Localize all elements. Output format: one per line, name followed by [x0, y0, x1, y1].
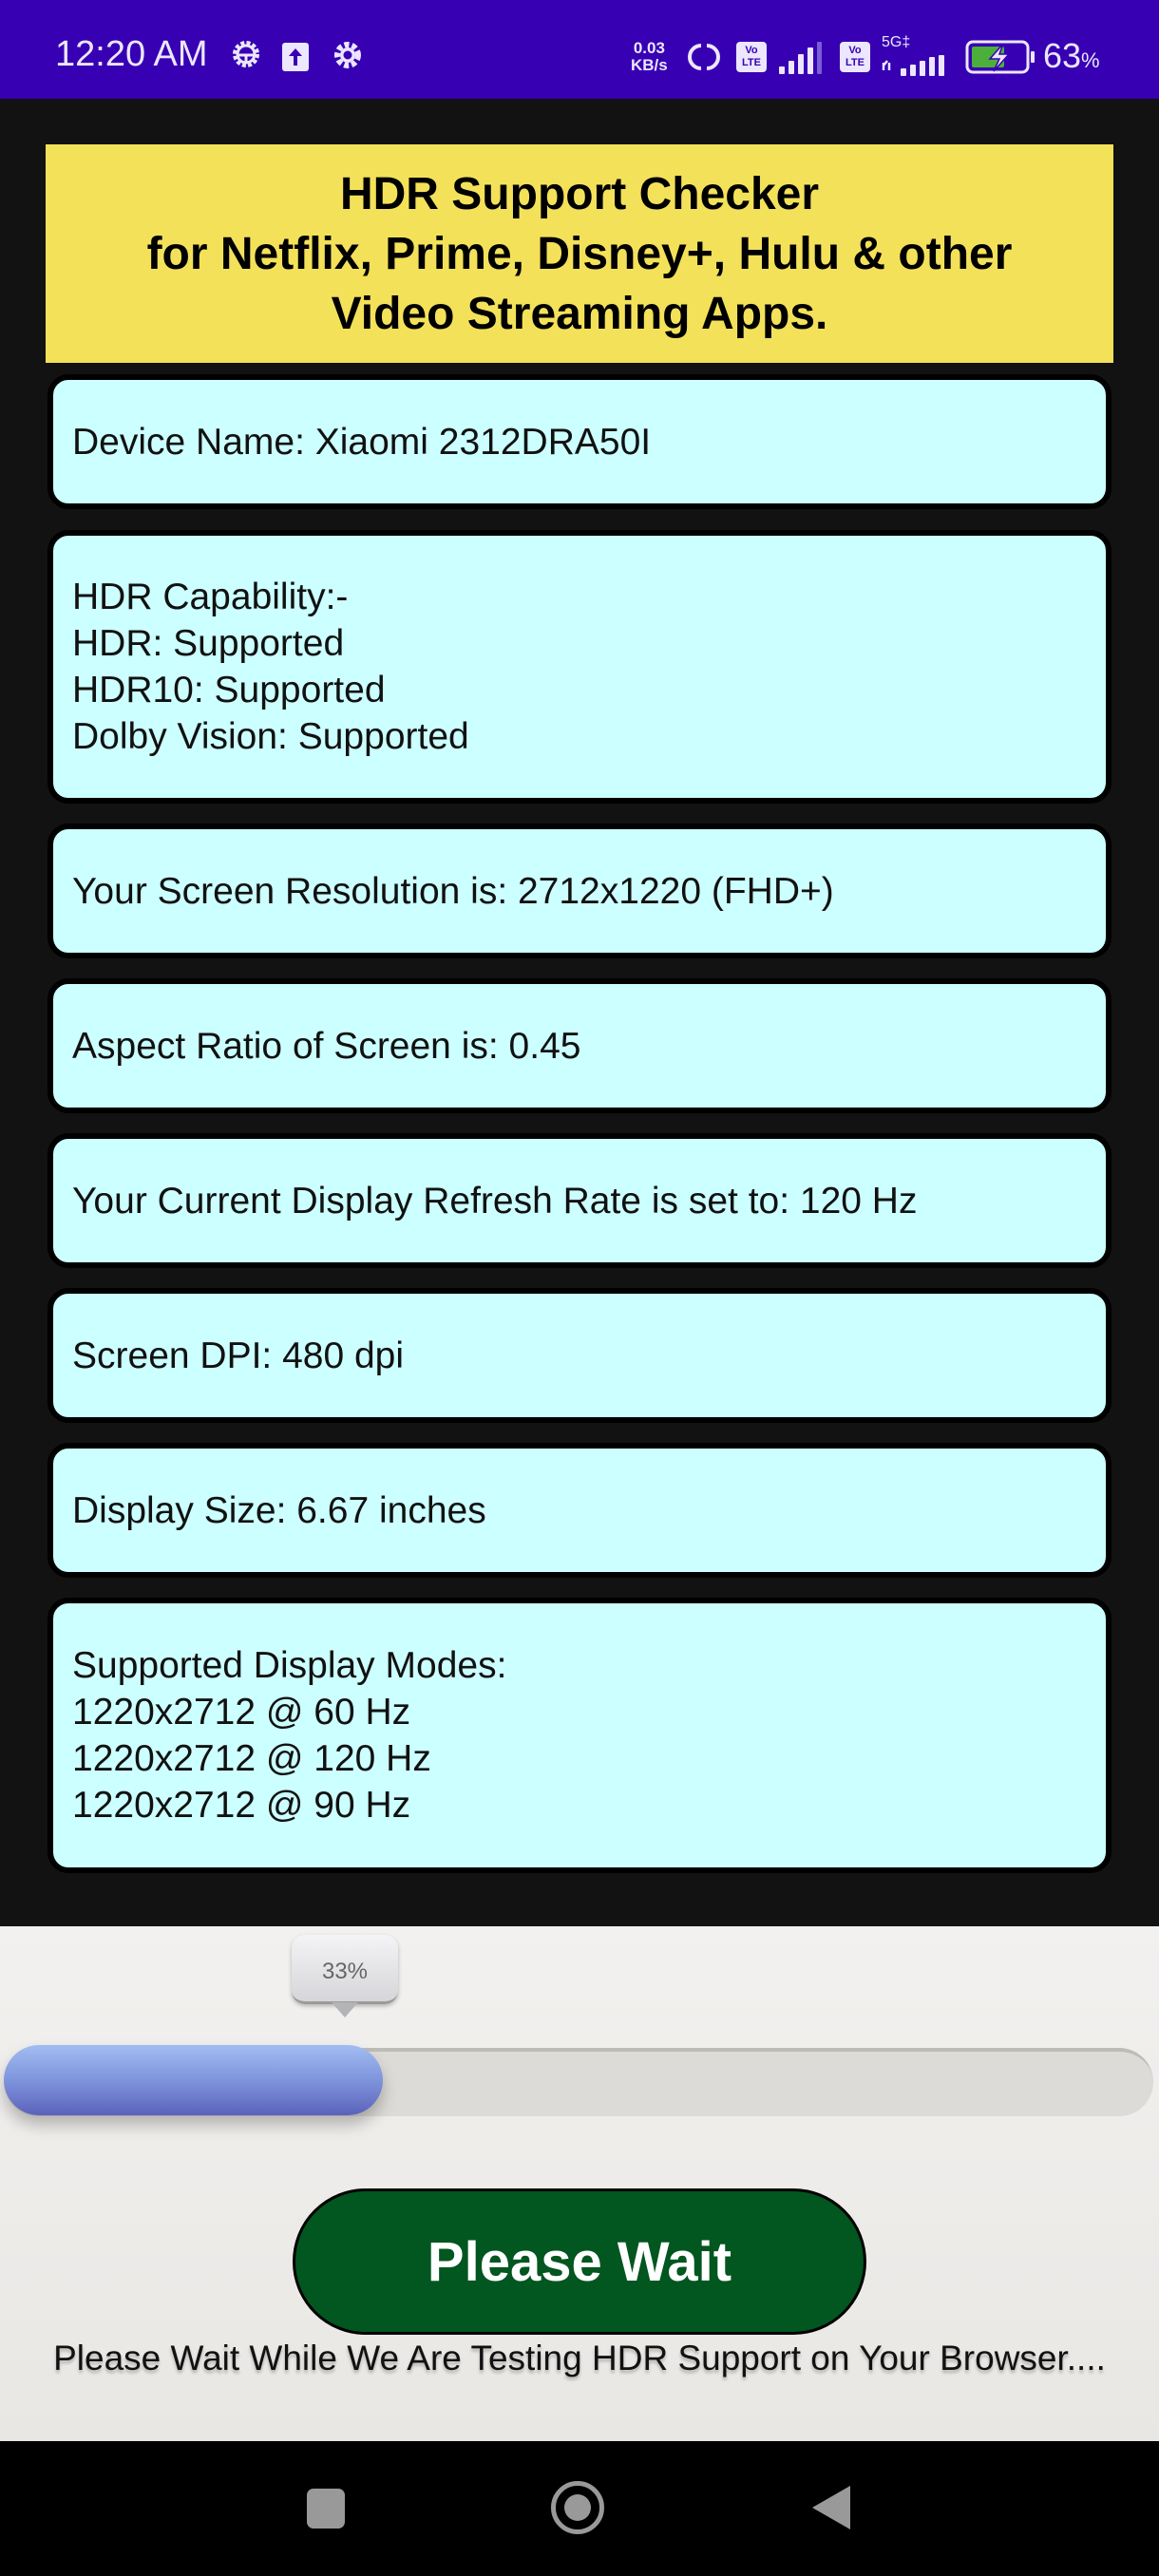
- card-line: Device Name: Xiaomi 2312DRA50I: [72, 421, 652, 463]
- recents-icon[interactable]: [307, 2489, 345, 2529]
- card-line: Supported Display Modes:: [72, 1645, 507, 1686]
- status-bar: 12:20 AM 0.03 KB/s Vo LTE Vo LTE 5G‡ 63%: [0, 0, 1159, 99]
- app-header-banner: HDR Support Checker for Netflix, Prime, …: [46, 144, 1113, 363]
- card-line: 1220x2712 @ 90 Hz: [72, 1785, 411, 1826]
- card-line: Display Size: 6.67 inches: [72, 1489, 486, 1531]
- volte-label-top: Vo: [745, 45, 758, 56]
- aspect-ratio-card: Aspect Ratio of Screen is: 0.45: [48, 978, 1112, 1113]
- battery-percentage: 63%: [1043, 36, 1100, 76]
- signal-strength-sim2-icon: [882, 55, 944, 76]
- card-line: Dolby Vision: Supported: [72, 716, 469, 757]
- progress-tooltip-pointer: [332, 2002, 358, 2017]
- upload-icon: [282, 43, 309, 71]
- signal-strength-sim1-icon: [779, 42, 822, 74]
- display-modes-card: Supported Display Modes: 1220x2712 @ 60 …: [48, 1598, 1112, 1873]
- volte-label-bottom: LTE: [846, 57, 864, 68]
- back-icon[interactable]: [812, 2486, 850, 2529]
- home-icon[interactable]: [551, 2481, 604, 2534]
- screen-dpi-card: Screen DPI: 480 dpi: [48, 1288, 1112, 1423]
- bug-report-gear-icon: [233, 41, 259, 67]
- screen-resolution-card: Your Screen Resolution is: 2712x1220 (FH…: [48, 824, 1112, 958]
- card-line: Your Screen Resolution is: 2712x1220 (FH…: [72, 870, 834, 912]
- card-line: HDR10: Supported: [72, 670, 386, 710]
- header-title-line: Video Streaming Apps.: [331, 288, 828, 339]
- volte-label-top: Vo: [848, 45, 862, 56]
- status-time: 12:20 AM: [55, 34, 208, 74]
- network-speed-unit: KB/s: [631, 56, 668, 74]
- volte-badge-sim1: Vo LTE: [736, 42, 767, 72]
- display-size-card: Display Size: 6.67 inches: [48, 1443, 1112, 1578]
- card-line: HDR: Supported: [72, 623, 345, 664]
- header-title-line: HDR Support Checker: [339, 168, 820, 219]
- battery-percent-value: 63: [1043, 36, 1082, 75]
- card-line: 1220x2712 @ 60 Hz: [72, 1692, 411, 1733]
- device-name-card: Device Name: Xiaomi 2312DRA50I: [48, 374, 1112, 509]
- progress-tooltip: 33%: [292, 1935, 398, 2004]
- battery-charging-icon: [965, 40, 1035, 74]
- refresh-rate-card: Your Current Display Refresh Rate is set…: [48, 1133, 1112, 1268]
- settings-gear-icon: [334, 42, 361, 68]
- header-title-line: for Netflix, Prime, Disney+, Hulu & othe…: [146, 228, 1013, 279]
- network-type: 5G‡: [882, 34, 911, 50]
- card-line: HDR Capability:-: [72, 577, 349, 617]
- network-speed: 0.03 KB/s: [631, 40, 668, 74]
- volte-badge-sim2: Vo LTE: [840, 42, 870, 72]
- card-line: 1220x2712 @ 120 Hz: [72, 1738, 431, 1779]
- progress-bar-fill: [4, 2045, 383, 2115]
- testing-status-message: Please Wait While We Are Testing HDR Sup…: [53, 2339, 1106, 2377]
- hotspot-link-icon: [688, 44, 720, 70]
- card-line: Your Current Display Refresh Rate is set…: [72, 1180, 918, 1222]
- network-speed-value: 0.03: [633, 39, 665, 57]
- please-wait-button[interactable]: Please Wait: [293, 2188, 866, 2335]
- battery-percent-sign: %: [1081, 48, 1100, 72]
- card-line: Screen DPI: 480 dpi: [72, 1335, 405, 1376]
- volte-label-bottom: LTE: [742, 57, 761, 68]
- hdr-capability-card: HDR Capability:- HDR: Supported HDR10: S…: [48, 530, 1112, 804]
- card-line: Aspect Ratio of Screen is: 0.45: [72, 1025, 581, 1067]
